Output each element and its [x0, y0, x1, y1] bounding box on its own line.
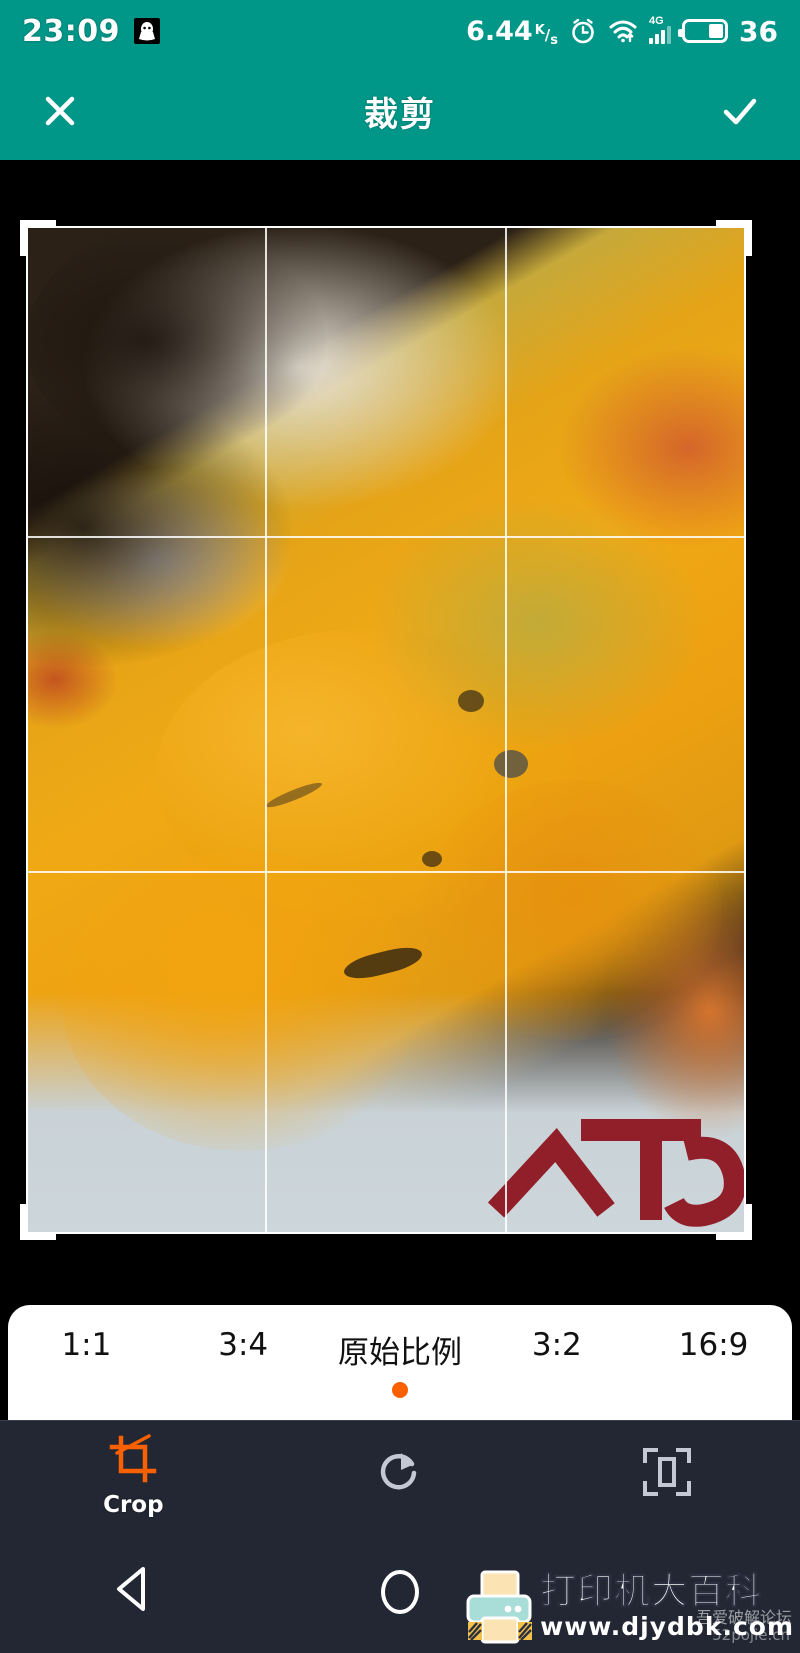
tool-crop-label: Crop [103, 1491, 164, 1518]
ratio-option-1-1[interactable]: 1:1 [8, 1327, 165, 1389]
ratio-option-16-9[interactable]: 16:9 [635, 1327, 792, 1389]
nav-back-button[interactable] [0, 1530, 267, 1653]
nav-placeholder [533, 1530, 800, 1653]
ratio-label: 16:9 [678, 1327, 749, 1363]
signal-bars [649, 26, 672, 44]
network-speed-unit: K/s [534, 22, 559, 48]
ratio-selected-dot [706, 1373, 722, 1389]
crop-icon [108, 1433, 158, 1484]
check-icon[interactable] [710, 81, 770, 141]
mobile-network-label: 4G [649, 15, 664, 27]
qq-penguin-icon [134, 18, 160, 44]
straighten-frame-icon [642, 1447, 692, 1497]
crop-grid-line-v1 [265, 226, 267, 1234]
tool-rotate[interactable] [267, 1421, 534, 1530]
network-speed: 6.44 K/s [466, 16, 558, 47]
status-bar-left: 23:09 [22, 14, 160, 49]
app-bar: 裁剪 [0, 62, 800, 160]
ratio-option-3-2[interactable]: 3:2 [478, 1327, 635, 1389]
wifi-icon [608, 18, 638, 44]
photo-edit-area[interactable] [0, 160, 800, 1305]
home-circle-icon [381, 1569, 419, 1614]
ratio-option-3-4[interactable]: 3:4 [165, 1327, 322, 1389]
ratio-selected-dot [235, 1373, 251, 1389]
ratio-selected-dot [78, 1373, 94, 1389]
ratio-option-original[interactable]: 原始比例 [322, 1327, 479, 1398]
ratio-label: 1:1 [61, 1327, 112, 1363]
tool-crop[interactable]: Crop [0, 1421, 267, 1530]
ratio-label: 3:4 [218, 1327, 269, 1363]
page-title: 裁剪 [364, 94, 436, 135]
network-speed-value: 6.44 [466, 15, 533, 47]
tool-straighten[interactable] [533, 1421, 800, 1530]
system-nav-bar [0, 1530, 800, 1653]
close-icon[interactable] [30, 81, 90, 141]
crop-grid-line-v2 [505, 226, 507, 1234]
ratio-label: 原始比例 [337, 1335, 462, 1371]
nav-home-button[interactable] [267, 1530, 534, 1653]
back-triangle-icon [109, 1563, 157, 1620]
status-time: 23:09 [22, 13, 120, 49]
printed-red-logo [486, 1090, 746, 1234]
status-bar-right: 6.44 K/s 4G 36 [466, 15, 778, 48]
status-bar: 23:09 6.44 K/s 4G 36 [0, 0, 800, 62]
photo-image[interactable] [26, 226, 746, 1234]
ratio-selected-dot [549, 1373, 565, 1389]
aspect-ratio-bar: 1:1 3:4 原始比例 3:2 16:9 [8, 1305, 792, 1420]
alarm-clock-icon [569, 17, 597, 45]
rotate-right-icon [374, 1446, 426, 1498]
battery-level: 36 [739, 14, 778, 48]
ratio-selected-dot [391, 1382, 408, 1398]
crop-grid-line-h2 [26, 871, 746, 873]
crop-grid-line-h1 [26, 536, 746, 538]
battery-icon [678, 19, 729, 43]
ratio-label: 3:2 [531, 1327, 582, 1363]
editor-toolbar: Crop [0, 1420, 800, 1530]
phone-screen: 23:09 6.44 K/s 4G 36 裁剪 1:1 3:4 原始比例 3:2… [0, 0, 800, 1653]
signal-bars-icon: 4G [649, 15, 672, 44]
